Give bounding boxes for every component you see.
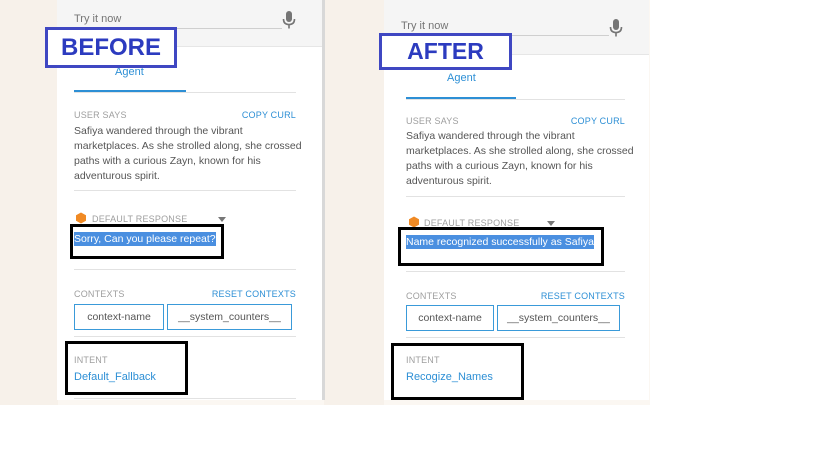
user-says-text: Safiya wandered through the vibrant mark… [406, 130, 634, 187]
user-says-label: USER SAYS [406, 116, 459, 126]
response-highlight-box-after [398, 227, 604, 266]
default-response-label: DEFAULT RESPONSE [92, 214, 188, 224]
context-chip[interactable]: __system_counters__ [167, 304, 292, 330]
response-highlight-box-before [70, 224, 224, 259]
context-chip[interactable]: context-name [74, 304, 164, 330]
divider [74, 92, 296, 93]
context-chip[interactable]: context-name [406, 305, 494, 331]
microphone-icon[interactable] [609, 19, 623, 37]
backdrop-middle-strip [324, 0, 384, 405]
divider [406, 99, 625, 100]
try-it-now-input[interactable]: Try it now [74, 13, 121, 25]
contexts-label: CONTEXTS [74, 289, 125, 299]
user-says-label: USER SAYS [74, 110, 127, 120]
user-says-text: Safiya wandered through the vibrant mark… [74, 125, 302, 182]
divider [74, 190, 296, 191]
divider [406, 196, 625, 197]
dropdown-arrow-icon[interactable] [218, 217, 226, 222]
intent-highlight-box-before [65, 341, 188, 395]
before-label: BEFORE [45, 27, 177, 68]
divider [406, 337, 625, 338]
reset-contexts-link[interactable]: RESET CONTEXTS [212, 289, 296, 299]
context-chip[interactable]: __system_counters__ [497, 305, 620, 331]
divider [406, 271, 625, 272]
tab-agent[interactable]: Agent [447, 72, 476, 84]
divider [74, 336, 296, 337]
microphone-icon[interactable] [282, 11, 296, 29]
divider [74, 269, 296, 270]
dropdown-arrow-icon[interactable] [547, 221, 555, 226]
try-it-now-input[interactable]: Try it now [401, 20, 448, 32]
hexagon-icon [76, 212, 86, 224]
reset-contexts-link[interactable]: RESET CONTEXTS [541, 291, 625, 301]
copy-curl-link[interactable]: COPY CURL [571, 116, 625, 126]
copy-curl-link[interactable]: COPY CURL [242, 110, 296, 120]
contexts-label: CONTEXTS [406, 291, 457, 301]
divider [74, 398, 296, 399]
after-label: AFTER [379, 33, 512, 70]
intent-highlight-box-after [391, 343, 524, 400]
